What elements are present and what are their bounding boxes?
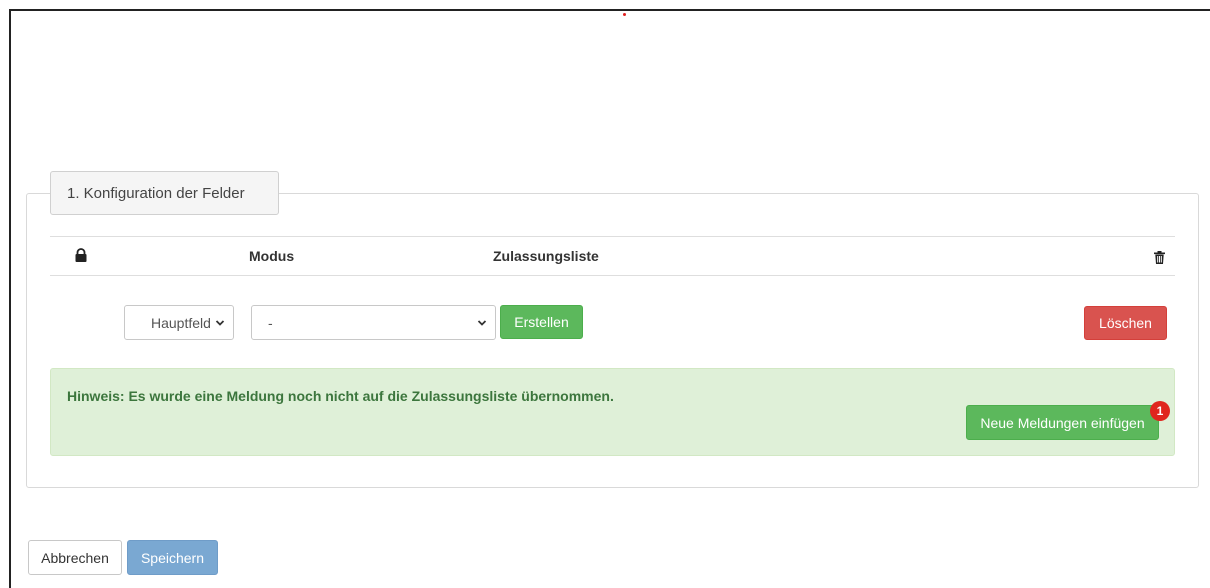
alert-text: Hinweis: Es wurde eine Meldung noch nich… — [67, 388, 614, 404]
chevron-down-icon — [215, 320, 225, 326]
cancel-button[interactable]: Abbrechen — [28, 540, 122, 575]
save-button-label: Speichern — [140, 549, 205, 566]
delete-button-label: Löschen — [1099, 315, 1152, 331]
red-dot-marker — [623, 13, 626, 16]
header-zulassungsliste: Zulassungsliste — [493, 248, 599, 264]
field-type-select[interactable]: Hauptfeld — [124, 305, 234, 340]
cancel-button-label: Abbrechen — [41, 549, 109, 566]
create-button[interactable]: Erstellen — [500, 305, 583, 339]
field-type-select-value: Hauptfeld — [151, 314, 211, 331]
header-modus: Modus — [249, 248, 295, 264]
table-header: Modus Zulassungsliste — [50, 236, 1175, 276]
save-button[interactable]: Speichern — [127, 540, 218, 575]
create-button-label: Erstellen — [514, 314, 569, 330]
list-select[interactable]: - — [251, 305, 496, 340]
panel-legend: 1. Konfiguration der Felder — [50, 171, 279, 215]
insert-messages-button[interactable]: Neue Meldungen einfügen — [966, 405, 1159, 440]
insert-messages-button-label: Neue Meldungen einfügen — [980, 414, 1145, 431]
trash-icon — [1154, 251, 1165, 264]
chevron-down-icon — [477, 320, 487, 326]
notification-badge: 1 — [1150, 401, 1170, 421]
notification-badge-count: 1 — [1156, 404, 1164, 418]
delete-button[interactable]: Löschen — [1084, 306, 1167, 340]
panel-legend-label: 1. Konfiguration der Felder — [67, 184, 245, 202]
lock-icon — [75, 248, 87, 262]
list-select-value: - — [268, 314, 273, 331]
